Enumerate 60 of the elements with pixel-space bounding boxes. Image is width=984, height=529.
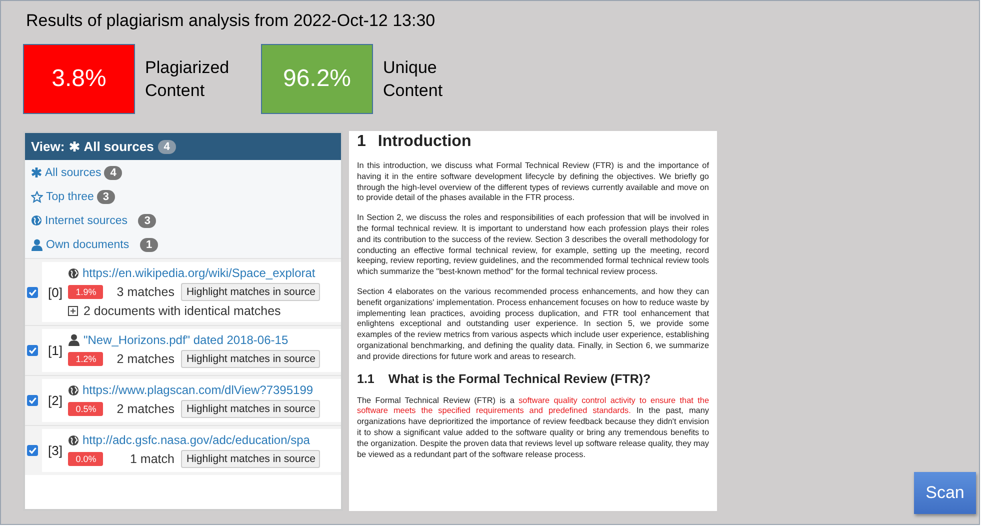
match-count: 1 match [129, 452, 174, 466]
source-index: [3] [48, 443, 62, 458]
filter-link[interactable]: Own documents [46, 238, 130, 250]
checkbox[interactable] [27, 345, 38, 356]
percent-badge: 0.0% [68, 452, 104, 466]
globe-icon [68, 434, 80, 446]
score-label: Plagiarized Content [145, 57, 230, 102]
expand-icon[interactable] [68, 306, 78, 316]
source-link[interactable]: http://adc.gsfc.nasa.gov/adc/education/spa [82, 433, 310, 447]
section-number: 1.1 [357, 372, 374, 386]
count-badge: 3 [138, 214, 156, 228]
asterisk-icon [68, 141, 80, 152]
count-badge: 4 [104, 166, 122, 180]
scan-button[interactable]: Scan [914, 472, 976, 514]
source-index: [0] [48, 284, 62, 300]
star-icon [31, 190, 43, 202]
globe-icon [31, 215, 42, 226]
score-box: 96.2% [261, 44, 373, 114]
highlight-button[interactable]: Highlight matches in source [181, 400, 320, 418]
checkbox[interactable] [27, 395, 38, 406]
highlight-button[interactable]: Highlight matches in source [181, 450, 320, 468]
section-heading: What is the Formal Technical Review (FTR)? [388, 372, 651, 386]
filter-link[interactable]: Top three [46, 190, 94, 202]
paragraph: Section 4 elaborates on the various recommended process enhancements, and how they can benefit organizations' implementation. Process enhancement focuses on how to reduce waste by implementing lean practices, avoiding process duplication, and FTR tool enhancement that enlightens exceptional and outstanding user experience. In section 5, we provide some examples of the review metrics from various aspects which include user experience, establishing organizational benchmarking, and defining the quality data. Finally, in Section 6, we summarize and provide directions for future work and areas to research. [357, 286, 709, 363]
source-index: [1] [48, 343, 62, 358]
percent-badge: 1.9% [68, 285, 104, 299]
source-link[interactable]: "New_Horizons.pdf" dated 2018-06-15 [83, 333, 288, 347]
source-link[interactable]: https://en.wikipedia.org/wiki/Space_explorat [82, 266, 316, 280]
score-box: 3.8% [23, 44, 135, 114]
identical-matches-text: 2 documents with identical matches [83, 304, 281, 318]
section-number: 1 [357, 133, 366, 151]
asterisk-icon [31, 167, 42, 178]
person-icon [31, 238, 43, 250]
globe-icon [68, 268, 80, 278]
page-title: Results of plagiarism analysis from 2022-Oct-12 13:30 [26, 11, 436, 31]
paragraph: The Formal Technical Review (FTR) is a software quality control activity to ensure that the software meets the specified requirements and predefined standards. In the past, many organizations have deprioritized the importance of review feedback because they didn't envision it to show a significant value added to the software quality or bring any tremendous benefits to the organization. Despite the proven data that reviews level up software release quality, they may be viewed as a redundant part of the software release process. [357, 396, 709, 460]
filter-link[interactable]: Internet sources [45, 214, 128, 226]
percent-badge: 0.5% [68, 402, 104, 416]
highlight-button[interactable]: Highlight matches in source [181, 350, 320, 368]
globe-icon [68, 384, 80, 396]
match-count: 3 matches [116, 285, 174, 299]
count-badge: 1 [140, 238, 158, 252]
person-icon [68, 334, 80, 346]
view-label: View: [31, 139, 65, 154]
section-heading: Introduction [378, 133, 472, 151]
highlight-button[interactable]: Highlight matches in source [181, 283, 320, 301]
count-badge: 4 [158, 140, 176, 154]
filter-link[interactable]: All sources [45, 166, 102, 178]
score-label: Unique Content [383, 57, 444, 102]
paragraph: In Section 2, we discuss the roles and responsibilities of each profession that will be involved in the formal technical review. It is important to understand how each profession plays their roles and its contribution to the success of the review. Section 3 describes the overall methodology for conducting an effective formal technical review, for example, setting up the meeting, record keeping, review reporting, review guidelines, and the recommended formal technical review tools which summarize the "best-known method" for the formal technical review process. [357, 213, 709, 278]
match-count: 2 matches [116, 352, 174, 366]
source-link[interactable]: https://www.plagscan.com/dlView?7395199 [82, 383, 314, 397]
checkbox[interactable] [27, 286, 38, 298]
count-badge: 3 [96, 190, 115, 204]
match-count: 2 matches [116, 402, 174, 416]
paragraph: In this introduction, we discuss what Formal Technical Review (FTR) is and the importance of having it in the entire software development lifecycle by defining the objectives. We briefly go through the high-level overview of the different types of reviews currently available and move on to provide detail of the phases available in the FTR process. [357, 161, 709, 204]
view-selection: All sources [84, 139, 154, 154]
checkbox[interactable] [27, 445, 38, 456]
source-index: [2] [48, 393, 62, 408]
percent-badge: 1.2% [68, 352, 104, 366]
